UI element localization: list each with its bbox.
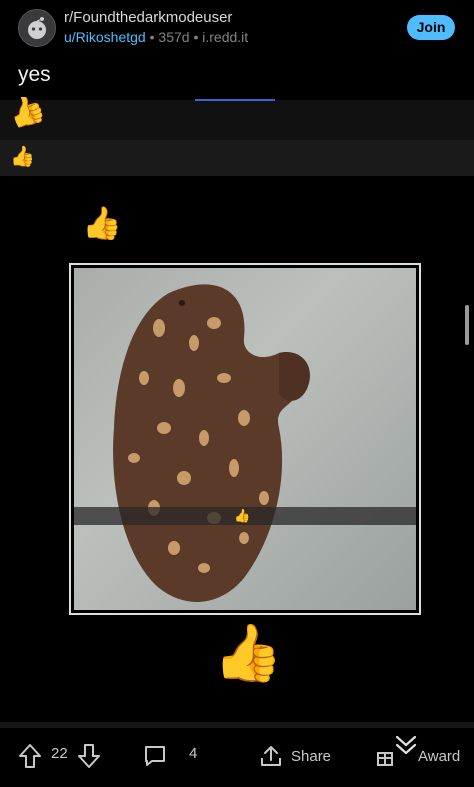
image-band-second xyxy=(0,140,474,176)
chevron-down-icon[interactable] xyxy=(394,734,418,756)
award-label: Award xyxy=(418,747,461,765)
post-image[interactable]: 👍 👍 👍 👍 👍 xyxy=(0,97,474,722)
share-icon xyxy=(261,746,281,766)
meta-separator: • xyxy=(193,29,203,45)
comments-button[interactable] xyxy=(143,740,167,772)
image-band-top xyxy=(0,100,474,140)
share-button[interactable]: Share xyxy=(259,740,331,772)
thumbs-up-icon: 👍 xyxy=(234,508,251,523)
upvote-button[interactable] xyxy=(18,740,42,772)
thumbs-up-icon: 👍 xyxy=(213,621,283,684)
ice-cream-bar-photo xyxy=(74,268,416,610)
subreddit-name[interactable]: r/Foundthedarkmodeuser xyxy=(64,9,232,26)
photo-caption-bar: 👍 xyxy=(74,507,416,525)
reddit-alien-avatar-icon xyxy=(28,17,46,39)
share-label: Share xyxy=(291,747,332,765)
post-header: r/Foundthedarkmodeuser u/Rikoshetgd • 35… xyxy=(0,0,474,58)
nested-photo-frame: 👍 xyxy=(69,263,421,615)
downvote-button[interactable] xyxy=(77,740,101,772)
comment-bubble-icon xyxy=(145,746,165,766)
post-title[interactable]: yes xyxy=(18,63,51,87)
thumbs-up-icon: 👍 xyxy=(10,146,35,168)
join-button[interactable]: Join xyxy=(407,15,455,40)
scrollbar[interactable] xyxy=(465,305,469,345)
comment-count: 4 xyxy=(189,745,198,762)
upvote-arrow-icon xyxy=(19,744,41,768)
post-age: 357d xyxy=(158,29,190,45)
subreddit-avatar[interactable] xyxy=(18,9,56,47)
ice-cream-bar-drawing xyxy=(113,284,310,602)
vote-score: 22 xyxy=(51,745,68,762)
post-actions-bar: 22 4 Share Award xyxy=(0,728,474,787)
author-link[interactable]: u/Rikoshetgd xyxy=(64,29,146,45)
thumbs-up-icon: 👍 xyxy=(82,205,122,241)
award-button[interactable]: Award xyxy=(376,740,460,772)
post-domain[interactable]: i.redd.it xyxy=(202,29,248,45)
image-blue-line xyxy=(195,99,275,101)
post-meta: u/Rikoshetgd • 357d • i.redd.it xyxy=(64,29,248,45)
downvote-arrow-icon xyxy=(78,744,100,768)
